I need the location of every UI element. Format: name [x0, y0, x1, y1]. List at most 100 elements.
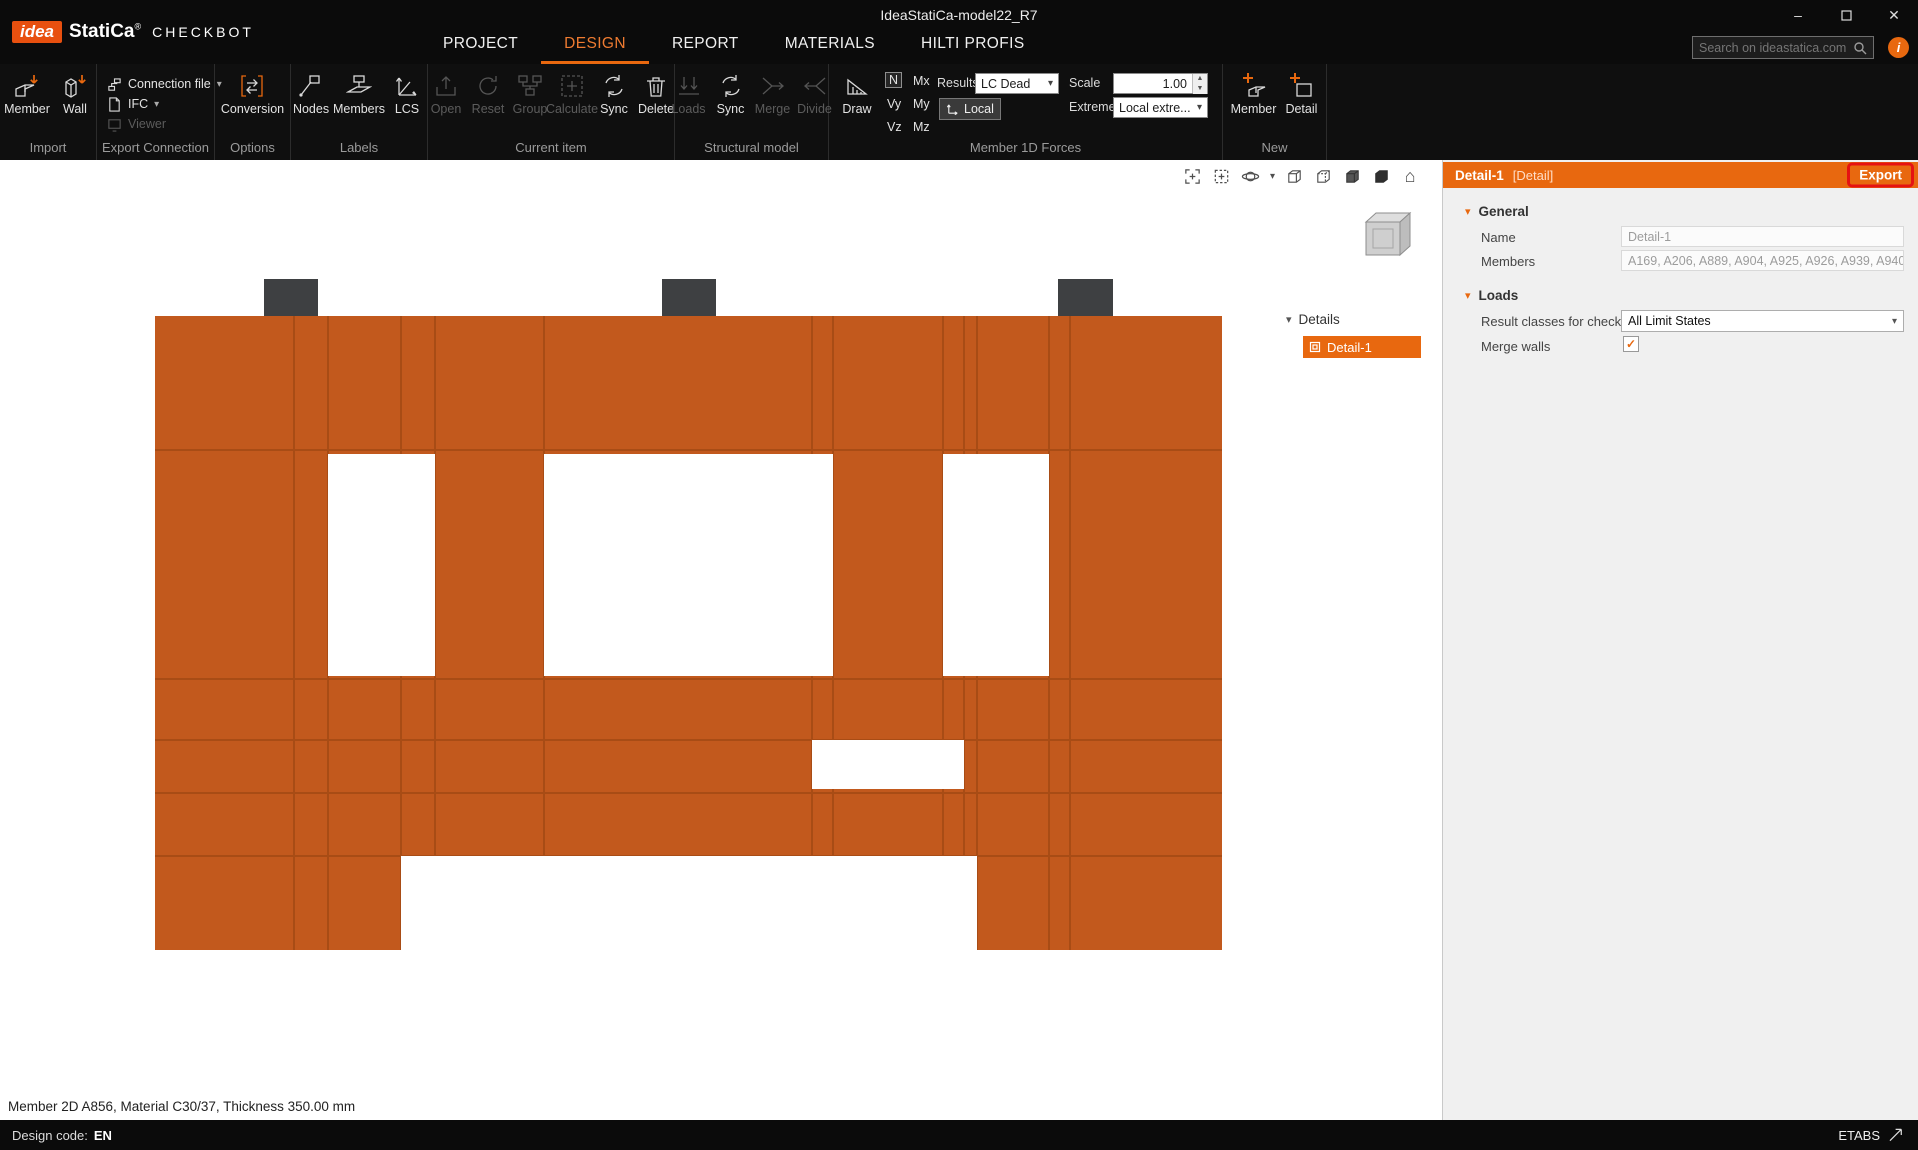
- app-brand: idea StatiCa® CHECKBOT: [12, 21, 254, 43]
- calculate-button: Calculate: [552, 71, 592, 116]
- group-label: Import: [0, 140, 96, 155]
- window-title: IdeaStatiCa-model22_R7: [0, 7, 1918, 23]
- spinner-down-icon[interactable]: ▼: [1193, 84, 1207, 94]
- force-toggle-mx[interactable]: Mx: [913, 74, 930, 88]
- force-toggle-my[interactable]: My: [913, 97, 930, 111]
- button-label: Loads: [671, 102, 705, 116]
- tab-project[interactable]: PROJECT: [420, 27, 541, 64]
- members-label: Members: [1481, 254, 1535, 269]
- export-button[interactable]: Export: [1850, 166, 1911, 185]
- new-detail-icon: [1288, 71, 1314, 101]
- close-button[interactable]: ✕: [1870, 0, 1918, 30]
- open-icon: [433, 71, 459, 101]
- loads-button: Loads: [669, 71, 709, 116]
- spinner-up-icon[interactable]: ▲: [1193, 74, 1207, 84]
- chevron-down-icon: ▾: [1048, 78, 1053, 89]
- results-label: Results: [937, 76, 979, 90]
- sync-model-button[interactable]: Sync: [711, 71, 751, 116]
- new-member-button[interactable]: Member: [1228, 71, 1280, 116]
- section-general[interactable]: ▾ General: [1465, 204, 1529, 219]
- tab-materials[interactable]: MATERIALS: [762, 27, 898, 64]
- zoom-extents-icon[interactable]: [1212, 166, 1232, 186]
- group-label: Structural model: [675, 140, 828, 155]
- ribbon-group-options: Conversion Options: [215, 64, 291, 160]
- merge-walls-label: Merge walls: [1481, 339, 1550, 354]
- solid-view-icon[interactable]: [1371, 166, 1391, 186]
- button-label: Merge: [755, 102, 790, 116]
- shaded-view-icon[interactable]: [1342, 166, 1362, 186]
- button-label: Detail: [1285, 102, 1317, 116]
- button-label: Sync: [600, 102, 628, 116]
- group-button: Group: [510, 71, 550, 116]
- force-toggle-mz[interactable]: Mz: [913, 120, 930, 134]
- panel-subtitle: [Detail]: [1513, 168, 1553, 183]
- labels-lcs-button[interactable]: LCS: [387, 71, 427, 116]
- wall-opening: [544, 454, 833, 676]
- merge-button: Merge: [753, 71, 793, 116]
- force-diagram-icon: [844, 71, 870, 101]
- force-toggle-n[interactable]: N: [885, 72, 902, 88]
- reset-button: Reset: [468, 71, 508, 116]
- minimize-button[interactable]: –: [1774, 0, 1822, 30]
- tree-item-detail-1[interactable]: Detail-1: [1303, 336, 1421, 358]
- panel-title: Detail-1: [1455, 168, 1504, 183]
- local-toggle[interactable]: Local: [939, 98, 1001, 120]
- trash-icon: [643, 71, 669, 101]
- orbit-icon[interactable]: [1241, 166, 1261, 186]
- search-input[interactable]: [1699, 41, 1847, 55]
- info-button[interactable]: i: [1888, 37, 1909, 58]
- home-view-icon[interactable]: ⌂: [1400, 166, 1420, 186]
- button-label: Conversion: [221, 102, 284, 116]
- hidden-line-view-icon[interactable]: [1313, 166, 1333, 186]
- button-label: Member: [4, 102, 50, 116]
- button-label: Reset: [472, 102, 505, 116]
- labels-members-button[interactable]: Members: [333, 71, 385, 116]
- ribbon-group-new: Member Detail New: [1223, 64, 1327, 160]
- view-options-chevron-icon[interactable]: ▾: [1270, 171, 1275, 182]
- model-viewport[interactable]: ▾ ⌂ ▾ Details Detail-1 Member 2D A856,: [0, 160, 1443, 1120]
- conversion-button[interactable]: Conversion: [218, 71, 287, 116]
- chevron-down-icon: ▾: [1197, 102, 1202, 113]
- wall-structure[interactable]: [155, 316, 1222, 950]
- labels-nodes-button[interactable]: Nodes: [291, 71, 331, 116]
- connection-file-button[interactable]: Connection file ▾: [97, 74, 214, 94]
- button-label: Group: [513, 102, 548, 116]
- force-toggle-vy[interactable]: Vy: [887, 97, 901, 111]
- tab-hilti-profis[interactable]: HILTI PROFIS: [898, 27, 1048, 64]
- draw-forces-button[interactable]: Draw: [837, 71, 877, 116]
- extreme-select[interactable]: Local extre... ▾: [1113, 97, 1208, 118]
- wall-opening: [943, 454, 1049, 676]
- ribbon-group-current-item: Open Reset Group Calculate Sync: [428, 64, 675, 160]
- ribbon-group-structural-model: Loads Sync Merge Divide Structural model: [675, 64, 829, 160]
- details-tree-root[interactable]: ▾ Details: [1286, 312, 1340, 327]
- name-label: Name: [1481, 230, 1516, 245]
- new-detail-button[interactable]: Detail: [1281, 71, 1321, 116]
- wall-import-icon: [62, 71, 88, 101]
- loads-icon: [676, 71, 702, 101]
- annotation-highlight: Export: [1847, 163, 1914, 188]
- merge-walls-checkbox[interactable]: ✓: [1623, 336, 1639, 352]
- wireframe-view-icon[interactable]: [1284, 166, 1304, 186]
- scale-input[interactable]: 1.00 ▲▼: [1113, 73, 1208, 94]
- button-label: Connection file: [128, 77, 211, 91]
- import-wall-button[interactable]: Wall: [55, 71, 95, 116]
- maximize-button[interactable]: [1822, 0, 1870, 30]
- wall-grid-line-horizontal: [155, 792, 1222, 794]
- force-toggle-vz[interactable]: Vz: [887, 120, 902, 134]
- tab-report[interactable]: REPORT: [649, 27, 762, 64]
- results-select[interactable]: LC Dead ▾: [975, 73, 1059, 94]
- button-label: Members: [333, 102, 385, 116]
- merge-icon: [760, 71, 786, 101]
- sync-item-button[interactable]: Sync: [594, 71, 634, 116]
- import-member-button[interactable]: Member: [1, 71, 53, 116]
- ifc-export-button[interactable]: IFC ▾: [97, 94, 214, 114]
- section-loads[interactable]: ▾ Loads: [1465, 288, 1518, 303]
- source-app: ETABS: [1838, 1128, 1906, 1143]
- navigation-cube[interactable]: [1354, 208, 1416, 260]
- scale-value: 1.00: [1114, 74, 1192, 93]
- fit-view-icon[interactable]: [1183, 166, 1203, 186]
- brand-statica: StatiCa: [69, 21, 134, 42]
- tab-design[interactable]: DESIGN: [541, 27, 649, 64]
- scale-spinner: ▲▼: [1192, 74, 1207, 93]
- result-classes-select[interactable]: All Limit States ▾: [1621, 310, 1904, 332]
